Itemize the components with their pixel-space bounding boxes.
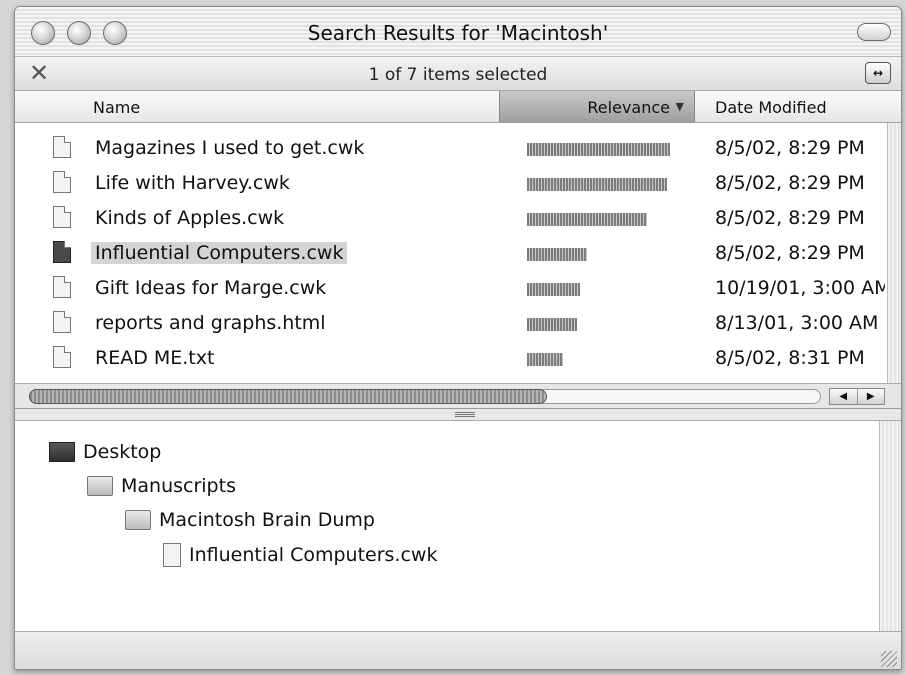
result-row[interactable]: Life with Harvey.cwk 8/5/02, 8:29 PM xyxy=(15,166,887,201)
scroll-thumb[interactable] xyxy=(29,389,547,404)
result-row[interactable]: Influential Computers.cwk 8/5/02, 8:29 PM xyxy=(15,236,887,271)
window-title: Search Results for 'Macintosh' xyxy=(307,21,609,45)
status-bar: ✕ 1 of 7 items selected ↔ xyxy=(15,57,901,91)
path-pane: Desktop Manuscripts Macintosh Brain Dump In… xyxy=(15,421,901,631)
result-date-modified: 8/13/01, 3:00 AM xyxy=(715,312,879,334)
relevance-bar xyxy=(527,248,587,261)
document-icon xyxy=(53,311,71,333)
scroll-right-arrow-icon[interactable]: ▶ xyxy=(856,389,885,404)
scroll-arrows: ◀ ▶ xyxy=(829,388,885,405)
result-name: Magazines I used to get.cwk xyxy=(95,137,365,159)
folder-icon xyxy=(87,476,113,496)
relevance-bar xyxy=(527,283,580,296)
path-item[interactable]: Desktop xyxy=(49,441,161,471)
results-vertical-scrollbar[interactable] xyxy=(887,123,901,383)
column-header-row: Name Relevance ▼ Date Modified xyxy=(15,91,901,123)
results-list: Magazines I used to get.cwk 8/5/02, 8:29 … xyxy=(15,123,901,383)
relevance-bar xyxy=(527,318,577,331)
result-name: Kinds of Apples.cwk xyxy=(95,207,285,229)
result-date-modified: 8/5/02, 8:29 PM xyxy=(715,242,865,264)
path-item[interactable]: Macintosh Brain Dump xyxy=(125,509,375,539)
path-item-label: Desktop xyxy=(83,441,162,463)
horizontal-scrollbar[interactable]: ◀ ▶ xyxy=(15,383,901,409)
result-name: Life with Harvey.cwk xyxy=(95,172,290,194)
toolbar-toggle-button[interactable] xyxy=(857,23,891,41)
path-item[interactable]: Influential Computers.cwk xyxy=(163,543,437,573)
result-date-modified: 8/5/02, 8:29 PM xyxy=(715,137,865,159)
result-date-modified: 8/5/02, 8:29 PM xyxy=(715,207,865,229)
path-item-label: Influential Computers.cwk xyxy=(189,544,438,566)
path-item[interactable]: Manuscripts xyxy=(87,475,236,505)
title-bar[interactable]: Search Results for 'Macintosh' xyxy=(15,7,901,57)
relevance-bar xyxy=(527,143,670,156)
selection-status: 1 of 7 items selected xyxy=(368,65,548,85)
document-icon xyxy=(53,276,71,298)
result-name: reports and graphs.html xyxy=(95,312,326,334)
document-icon xyxy=(53,346,71,368)
column-header-name[interactable]: Name xyxy=(93,98,140,117)
relevance-label: Relevance xyxy=(587,98,670,117)
desktop-icon xyxy=(49,442,75,462)
bottom-bar xyxy=(15,631,901,669)
pane-splitter[interactable] xyxy=(15,409,901,421)
document-icon xyxy=(53,171,71,193)
resize-grip-icon[interactable] xyxy=(881,651,897,667)
result-name: Gift Ideas for Marge.cwk xyxy=(95,277,327,299)
document-icon xyxy=(53,241,71,263)
column-header-date-modified[interactable]: Date Modified xyxy=(715,98,827,117)
swap-pane-button[interactable]: ↔ xyxy=(865,62,891,84)
result-date-modified: 10/19/01, 3:00 AM xyxy=(715,277,885,299)
result-row[interactable]: READ ME.txt 8/5/02, 8:31 PM xyxy=(15,341,887,376)
splitter-grip-icon[interactable] xyxy=(455,412,475,417)
path-vertical-scrollbar[interactable] xyxy=(879,421,901,631)
result-name: Influential Computers.cwk xyxy=(91,242,348,264)
result-row[interactable]: Magazines I used to get.cwk 8/5/02, 8:29 … xyxy=(15,131,887,166)
sort-descending-icon: ▼ xyxy=(675,100,684,113)
path-item-label: Macintosh Brain Dump xyxy=(159,509,375,531)
result-date-modified: 8/5/02, 8:29 PM xyxy=(715,172,865,194)
scroll-left-arrow-icon[interactable]: ◀ xyxy=(830,389,857,404)
result-date-modified: 8/5/02, 8:31 PM xyxy=(715,347,865,369)
column-header-relevance[interactable]: Relevance ▼ xyxy=(499,91,695,122)
result-row[interactable]: Gift Ideas for Marge.cwk 10/19/01, 3:00 A… xyxy=(15,271,887,306)
document-icon xyxy=(163,543,181,567)
document-icon xyxy=(53,136,71,158)
path-item-label: Manuscripts xyxy=(121,475,236,497)
document-icon xyxy=(53,206,71,228)
result-row[interactable]: reports and graphs.html 8/13/01, 3:00 AM xyxy=(15,306,887,341)
relevance-bar xyxy=(527,213,647,226)
relevance-bar xyxy=(527,353,563,366)
result-row[interactable]: Kinds of Apples.cwk 8/5/02, 8:29 PM xyxy=(15,201,887,236)
search-results-window: Search Results for 'Macintosh' ✕ 1 of 7 … xyxy=(14,6,902,670)
folder-icon xyxy=(125,510,151,530)
result-name: READ ME.txt xyxy=(95,347,215,369)
relevance-bar xyxy=(527,178,667,191)
